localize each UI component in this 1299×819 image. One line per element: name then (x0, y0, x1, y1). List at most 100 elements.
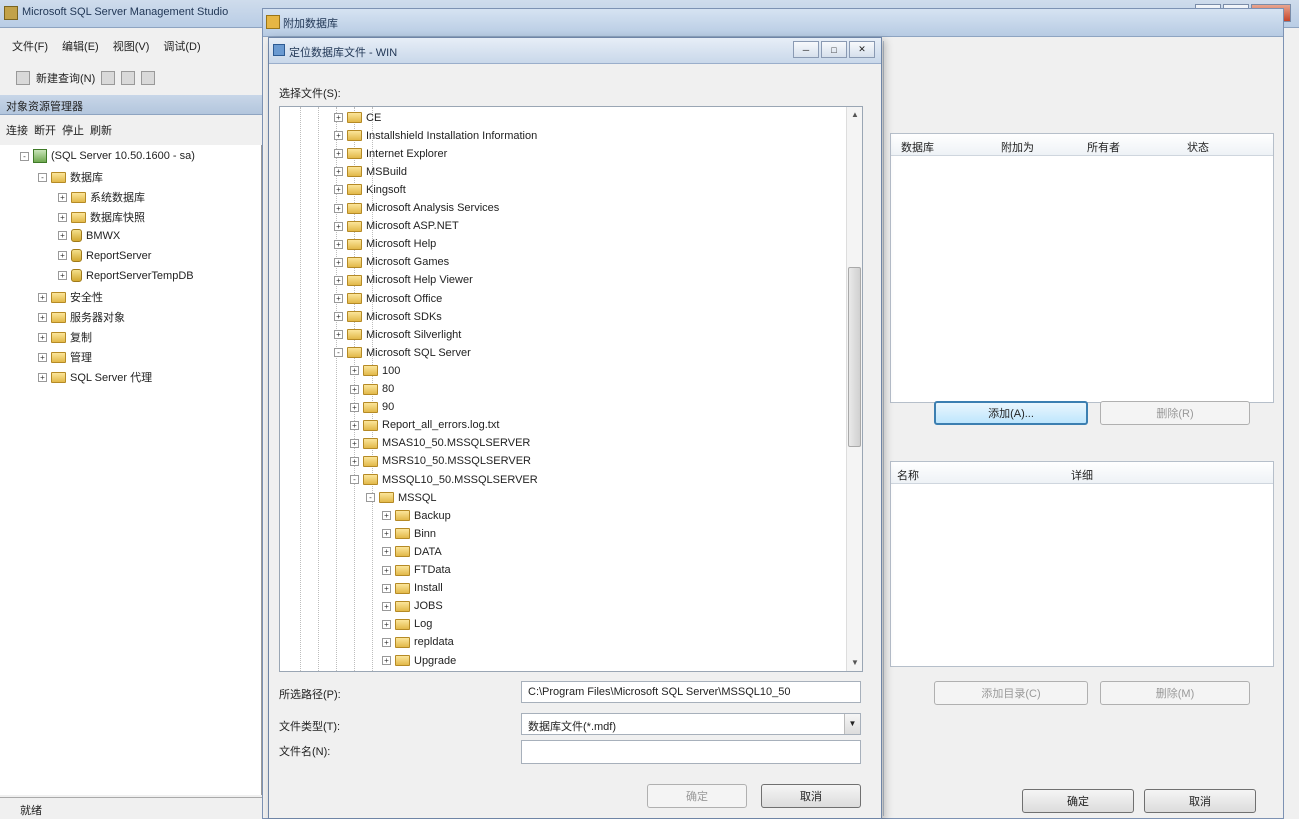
expand-icon[interactable]: + (350, 438, 359, 448)
file-tree-row[interactable]: + Internet Explorer (334, 145, 447, 162)
ok-button[interactable]: 确定 (1022, 789, 1134, 813)
file-tree-row[interactable]: + Log (382, 616, 432, 633)
add-catalog-button[interactable]: 添加目录(C) (934, 681, 1088, 705)
file-tree-row[interactable]: +90 (350, 399, 394, 416)
expand-icon[interactable]: + (38, 332, 47, 342)
expand-icon[interactable]: + (350, 420, 359, 430)
databases-grid[interactable]: 数据库 附加为 所有者 状态 (890, 133, 1274, 403)
file-tree-row[interactable]: +80 (350, 381, 394, 398)
expand-icon[interactable]: + (334, 294, 343, 303)
tree-scrollbar[interactable]: ▲ ▼ (846, 107, 862, 671)
file-tree-row[interactable]: +100 (350, 362, 400, 379)
toolbar-icon[interactable] (101, 71, 116, 85)
file-tree-row[interactable]: + MSBuild (334, 163, 407, 180)
file-tree-row[interactable]: + FTData (382, 562, 451, 579)
dialog-cancel-button[interactable]: 取消 (761, 784, 861, 808)
col-detail[interactable]: 详细 (1071, 467, 1093, 483)
expand-icon[interactable]: + (334, 221, 343, 231)
file-tree-row[interactable]: + MSRS10_50.MSSQLSERVER (350, 453, 531, 470)
minimize-icon[interactable]: ─ (793, 41, 819, 58)
file-tree-row[interactable]: + Microsoft Office (334, 290, 442, 307)
selected-path-field[interactable]: C:\Program Files\Microsoft SQL Server\MS… (521, 681, 861, 703)
expand-icon[interactable]: + (382, 529, 391, 539)
stop-button[interactable]: 停止 (62, 122, 84, 138)
expand-icon[interactable]: + (334, 239, 343, 249)
file-tree-row[interactable]: + Report_all_errors.log.txt (350, 417, 499, 434)
expand-icon[interactable]: + (334, 113, 343, 122)
file-tree-row[interactable]: + JOBS (382, 598, 443, 615)
file-tree-row[interactable]: - MSSQL10_50.MSSQLSERVER (350, 471, 538, 488)
expand-icon[interactable]: + (382, 601, 391, 611)
file-tree-row[interactable]: + Microsoft Help (334, 236, 436, 253)
oe-tree-node[interactable]: + 安全性 (38, 289, 103, 305)
remove-catalog-button[interactable]: 删除(M) (1100, 681, 1250, 705)
close-icon[interactable]: ✕ (849, 41, 875, 58)
refresh-button[interactable]: 刷新 (90, 122, 112, 138)
disconnect-button[interactable]: 断开 (34, 122, 56, 138)
expand-icon[interactable]: + (334, 149, 343, 159)
file-tree-row[interactable]: - MSSQL (366, 489, 437, 506)
file-tree-row[interactable]: + Upgrade (382, 652, 456, 669)
file-type-select[interactable]: 数据库文件(*.mdf) ▼ (521, 713, 861, 735)
maximize-icon[interactable]: □ (821, 41, 847, 58)
file-tree-row[interactable]: + Microsoft Analysis Services (334, 200, 499, 217)
expand-icon[interactable]: + (334, 203, 343, 213)
connect-button[interactable]: 连接 (6, 122, 28, 138)
expand-icon[interactable]: + (58, 271, 67, 280)
oe-tree-node[interactable]: + ReportServer (58, 249, 151, 262)
oe-tree-node[interactable]: + ReportServerTempDB (58, 269, 194, 282)
toolbar-icon[interactable] (121, 71, 136, 85)
collapse-icon[interactable]: - (38, 172, 47, 182)
chevron-down-icon[interactable]: ▼ (844, 714, 860, 734)
expand-icon[interactable]: + (38, 352, 47, 362)
oe-tree-node[interactable]: + 服务器对象 (38, 309, 125, 325)
expand-icon[interactable]: + (334, 330, 343, 340)
file-tree-row[interactable]: + CE (334, 109, 381, 126)
col-database[interactable]: 数据库 (901, 139, 934, 155)
scrollbar-thumb[interactable] (848, 267, 861, 447)
file-tree-row[interactable]: + Backup (382, 507, 451, 524)
file-tree-row[interactable]: + Microsoft ASP.NET (334, 218, 459, 235)
expand-icon[interactable]: + (382, 583, 391, 593)
collapse-icon[interactable]: - (334, 348, 343, 358)
menu-view[interactable]: 视图(V) (113, 38, 150, 58)
collapse-icon[interactable]: - (350, 475, 359, 484)
col-owner[interactable]: 所有者 (1087, 139, 1120, 155)
menu-edit[interactable]: 编辑(E) (62, 38, 99, 58)
expand-icon[interactable]: + (334, 167, 343, 177)
oe-tree-node[interactable]: + 复制 (38, 329, 92, 345)
expand-icon[interactable]: + (350, 384, 359, 394)
col-status[interactable]: 状态 (1187, 139, 1209, 155)
file-tree[interactable]: ▲ ▼ + CE + Installshield Installation Infor… (279, 106, 863, 672)
file-tree-row[interactable]: + MSAS10_50.MSSQLSERVER (350, 435, 530, 452)
file-tree-row[interactable]: + Microsoft Help Viewer (334, 272, 473, 289)
expand-icon[interactable]: + (382, 656, 391, 665)
file-tree-row[interactable]: - Microsoft SQL Server (334, 344, 471, 361)
dialog-ok-button[interactable]: 确定 (647, 784, 747, 808)
oe-tree-node[interactable]: + BMWX (58, 229, 120, 242)
menu-debug[interactable]: 调试(D) (163, 38, 200, 58)
file-tree-row[interactable]: + DATA (382, 543, 442, 560)
expand-icon[interactable]: + (382, 511, 391, 521)
expand-icon[interactable]: + (350, 456, 359, 466)
cancel-button[interactable]: 取消 (1144, 789, 1256, 813)
collapse-icon[interactable]: - (20, 151, 29, 161)
oe-tree-node[interactable]: + 数据库快照 (58, 209, 145, 225)
expand-icon[interactable]: + (334, 275, 343, 285)
file-tree-row[interactable]: + Binn (382, 525, 436, 542)
file-tree-row[interactable]: + Install (382, 580, 443, 597)
expand-icon[interactable]: + (38, 292, 47, 302)
file-tree-row[interactable]: + Microsoft Silverlight (334, 326, 461, 343)
remove-button[interactable]: 删除(R) (1100, 401, 1250, 425)
col-attach-as[interactable]: 附加为 (1001, 139, 1034, 155)
expand-icon[interactable]: + (38, 312, 47, 322)
expand-icon[interactable]: + (350, 402, 359, 412)
expand-icon[interactable]: + (334, 185, 343, 195)
expand-icon[interactable]: + (334, 131, 343, 141)
expand-icon[interactable]: + (334, 312, 343, 322)
expand-icon[interactable]: + (58, 192, 67, 202)
details-grid[interactable]: 名称 详细 (890, 461, 1274, 667)
col-name[interactable]: 名称 (897, 467, 919, 483)
file-name-input[interactable] (521, 740, 861, 764)
expand-icon[interactable]: + (334, 257, 343, 267)
